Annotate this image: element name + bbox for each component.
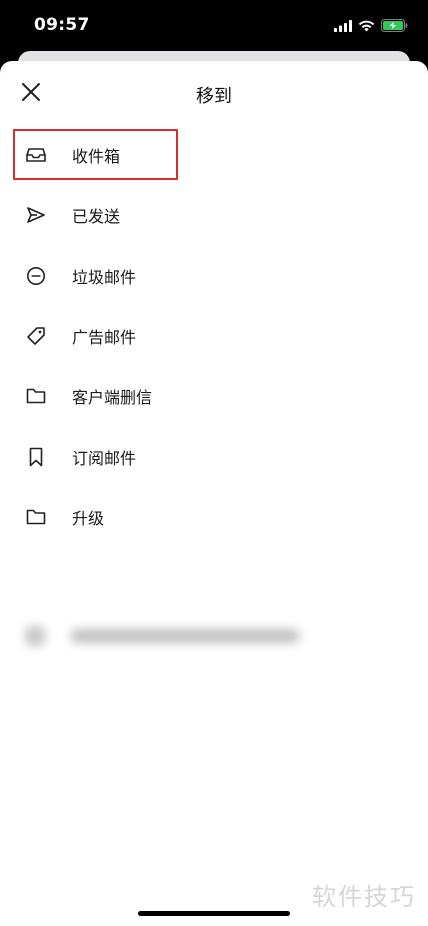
folder-label: 升级 [72, 508, 105, 528]
status-time: 09:57 [34, 15, 90, 35]
folder-item-spam[interactable]: 垃圾邮件 [0, 246, 428, 306]
folder-label: 客户端删信 [72, 388, 153, 408]
spam-icon [25, 265, 47, 287]
move-to-sheet: 移到 收件箱 已发送 垃圾邮件 广告邮件 客户端删信 订阅邮件 升级 [0, 61, 428, 926]
account-email-redacted [70, 629, 300, 643]
home-indicator[interactable] [138, 911, 290, 916]
folder-item-client-deleted[interactable]: 客户端删信 [0, 366, 428, 426]
folder-label: 订阅邮件 [72, 448, 137, 468]
folder-label: 收件箱 [72, 147, 121, 167]
status-bar: 09:57 [0, 0, 428, 52]
bookmark-icon [25, 446, 47, 468]
folder-label: 已发送 [72, 207, 121, 227]
account-avatar [24, 625, 46, 647]
status-icons [334, 17, 408, 36]
folder-label: 垃圾邮件 [72, 267, 137, 287]
tag-icon [25, 325, 47, 347]
signal-icon [334, 17, 352, 36]
folder-icon [25, 506, 47, 528]
sheet-title: 移到 [196, 86, 232, 107]
wifi-icon [358, 17, 375, 36]
watermark: 软件技巧 [312, 883, 416, 911]
folder-list: 收件箱 已发送 垃圾邮件 广告邮件 客户端删信 订阅邮件 升级 [0, 125, 428, 547]
battery-charging-icon [381, 17, 408, 36]
send-icon [25, 204, 47, 226]
folder-item-inbox[interactable]: 收件箱 [0, 125, 428, 185]
folder-item-upgrade[interactable]: 升级 [0, 487, 428, 547]
folder-icon [25, 385, 47, 407]
sheet-header: 移到 [0, 61, 428, 127]
folder-item-subscriptions[interactable]: 订阅邮件 [0, 426, 428, 486]
inbox-icon [25, 144, 47, 166]
folder-item-ads[interactable]: 广告邮件 [0, 306, 428, 366]
folder-label: 广告邮件 [72, 328, 137, 348]
folder-item-sent[interactable]: 已发送 [0, 185, 428, 245]
blurred-account-row [20, 621, 310, 651]
